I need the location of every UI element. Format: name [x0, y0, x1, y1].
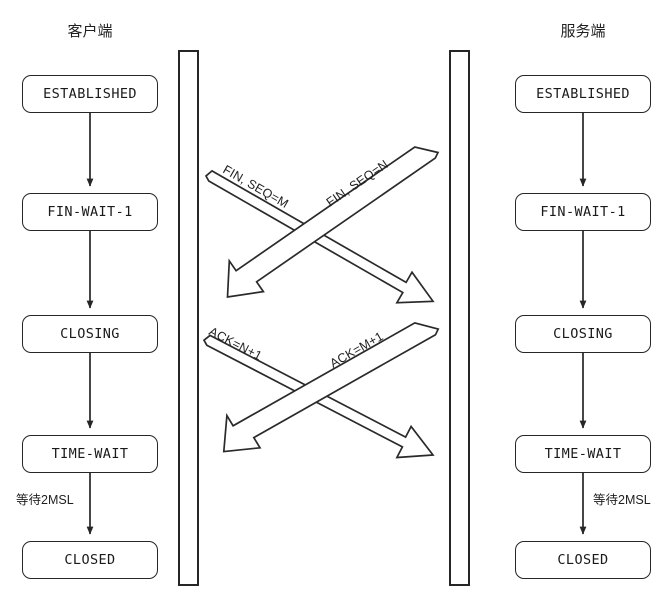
message-arrow-fin-seq-n — [226, 146, 440, 298]
message-label-ack-m-plus-1: ACK=M+1 — [328, 329, 386, 371]
state-box-client-established[interactable]: ESTABLISHED — [22, 75, 158, 113]
wait-label-client: 等待2MSL — [16, 493, 74, 507]
state-box-client-closed[interactable]: CLOSED — [22, 541, 158, 579]
lifeline-client — [178, 50, 199, 586]
lifeline-server — [449, 50, 470, 586]
state-box-server-time-wait[interactable]: TIME-WAIT — [515, 435, 651, 473]
column-title-server: 服务端 — [560, 23, 606, 40]
message-arrow-ack-n-plus-1 — [202, 334, 435, 459]
message-arrow-fin-seq-m — [204, 169, 435, 304]
column-title-client: 客户端 — [67, 23, 113, 40]
message-label-ack-n-plus-1: ACK=N+1 — [207, 324, 265, 363]
state-box-client-time-wait[interactable]: TIME-WAIT — [22, 435, 158, 473]
diagram-canvas: 客户端 服务端 ESTABLISHED FIN-WAIT-1 CLOSING T… — [0, 0, 671, 614]
state-box-server-fin-wait-1[interactable]: FIN-WAIT-1 — [515, 193, 651, 231]
state-box-server-closing[interactable]: CLOSING — [515, 315, 651, 353]
state-box-server-established[interactable]: ESTABLISHED — [515, 75, 651, 113]
state-box-server-closed[interactable]: CLOSED — [515, 541, 651, 579]
message-arrow-ack-m-plus-1 — [222, 321, 440, 453]
message-label-fin-seq-m: FIN, SEQ=M — [221, 162, 291, 211]
wait-label-server: 等待2MSL — [593, 493, 651, 507]
state-box-client-fin-wait-1[interactable]: FIN-WAIT-1 — [22, 193, 158, 231]
state-box-client-closing[interactable]: CLOSING — [22, 315, 158, 353]
message-label-fin-seq-n: FIN, SEQ=N — [324, 157, 391, 209]
